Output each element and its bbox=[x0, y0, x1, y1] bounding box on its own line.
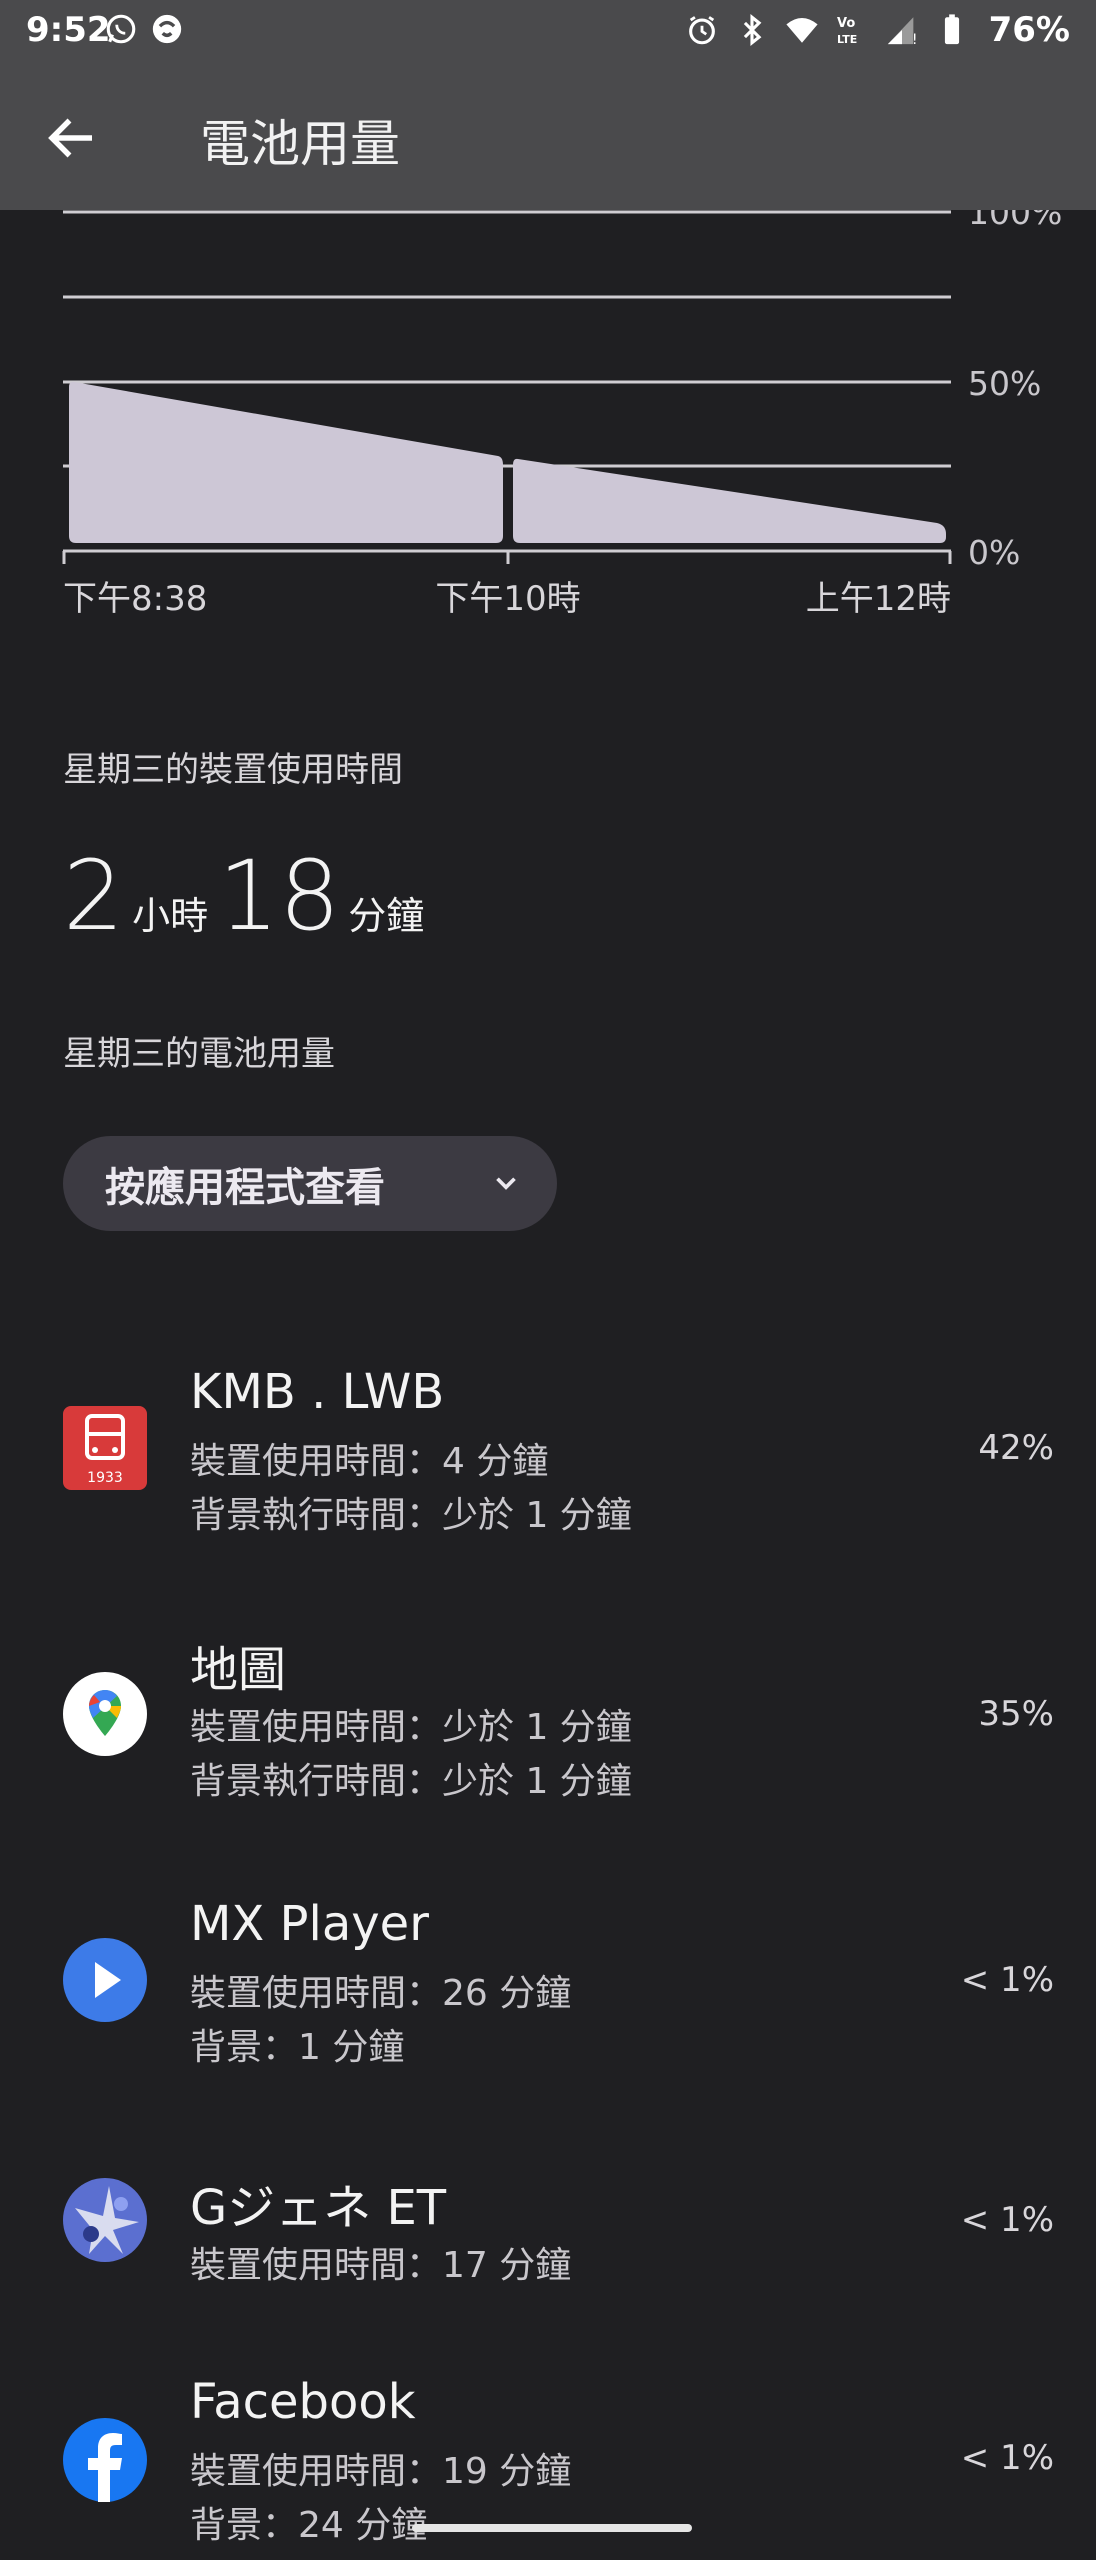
g-gene-icon bbox=[63, 2178, 147, 2262]
gesture-nav-handle[interactable] bbox=[412, 2524, 692, 2532]
app-screen-time: 裝置使用時間：17 分鐘 bbox=[190, 2245, 572, 2286]
app-background-time: 背景：24 分鐘 bbox=[190, 2505, 428, 2546]
wifi-icon bbox=[786, 17, 818, 43]
bluetooth-icon bbox=[743, 14, 762, 46]
minutes-unit: 分鐘 bbox=[348, 894, 425, 938]
cell-signal-icon: ! bbox=[887, 17, 918, 47]
app-background-time: 背景執行時間：少於 1 分鐘 bbox=[190, 1495, 632, 1536]
view-by-dropdown[interactable]: 按應用程式查看 bbox=[63, 1136, 557, 1231]
app-item-g-gene[interactable]: Gジェネ ET 裝置使用時間：17 分鐘 < 1% bbox=[0, 2160, 1096, 2310]
volte-lte-icon: Vo LTE bbox=[837, 16, 857, 46]
battery-icon bbox=[944, 14, 959, 45]
chevron-down-icon bbox=[496, 1177, 516, 1190]
battery-series-2 bbox=[513, 458, 946, 543]
screen-time-value: 2 小時 18 分鐘 bbox=[63, 840, 434, 952]
svg-text:1933: 1933 bbox=[87, 1470, 123, 1486]
app-notification-icon bbox=[152, 14, 182, 44]
app-screen-time: 裝置使用時間：19 分鐘 bbox=[190, 2451, 572, 2492]
app-percent: 35% bbox=[978, 1694, 1054, 1734]
status-bar: 9:52 Vo LTE ! 76% bbox=[0, 0, 1096, 64]
x-tick-label-start: 下午8:38 bbox=[63, 579, 207, 619]
app-screen-time: 裝置使用時間：少於 1 分鐘 bbox=[190, 1707, 632, 1748]
svg-text:Vo: Vo bbox=[837, 16, 855, 31]
app-screen-time: 裝置使用時間：4 分鐘 bbox=[190, 1441, 549, 1482]
app-name: Gジェネ ET bbox=[190, 2180, 447, 2236]
app-percent: < 1% bbox=[960, 1960, 1054, 2000]
screen-time-label: 星期三的裝置使用時間 bbox=[63, 750, 403, 790]
app-bar: 電池用量 bbox=[0, 64, 1096, 210]
app-percent: < 1% bbox=[960, 2438, 1054, 2478]
whatsapp-icon bbox=[106, 14, 136, 44]
app-screen-time: 裝置使用時間：26 分鐘 bbox=[190, 1973, 572, 2014]
app-name: 地圖 bbox=[190, 1642, 287, 1698]
app-name: Facebook bbox=[190, 2374, 416, 2430]
app-item-kmb[interactable]: 1933 KMB . LWB 裝置使用時間：4 分鐘 背景執行時間：少於 1 分… bbox=[0, 1360, 1096, 1560]
app-name: MX Player bbox=[190, 1896, 429, 1952]
battery-series-1 bbox=[69, 381, 503, 543]
kmb-bus-icon: 1933 bbox=[63, 1406, 147, 1490]
app-percent: 42% bbox=[978, 1428, 1054, 1468]
y-tick-100: 100% bbox=[968, 210, 1062, 232]
battery-level-chart[interactable]: 100% 50% 0% 下午8:38 下午10時 上午12時 bbox=[0, 210, 1096, 650]
dropdown-selected-label: 按應用程式查看 bbox=[105, 1164, 385, 1211]
status-time: 9:52 bbox=[26, 10, 111, 50]
app-background-time: 背景執行時間：少於 1 分鐘 bbox=[190, 1761, 632, 1802]
battery-usage-label: 星期三的電池用量 bbox=[63, 1034, 335, 1074]
svg-text:!: ! bbox=[912, 32, 918, 47]
facebook-icon bbox=[63, 2418, 147, 2502]
battery-percent: 76% bbox=[988, 10, 1070, 50]
mx-player-icon bbox=[63, 1938, 147, 2022]
screen-time-minutes: 18 bbox=[218, 840, 341, 952]
screen-time-hours: 2 bbox=[63, 840, 125, 952]
app-percent: < 1% bbox=[960, 2200, 1054, 2240]
back-arrow-icon[interactable] bbox=[42, 108, 102, 168]
x-tick-label-mid: 下午10時 bbox=[435, 579, 580, 619]
x-tick-label-end: 上午12時 bbox=[806, 579, 951, 619]
y-tick-0: 0% bbox=[968, 533, 1020, 572]
page-title: 電池用量 bbox=[200, 115, 400, 173]
maps-icon bbox=[63, 1672, 147, 1756]
alarm-icon bbox=[688, 16, 715, 45]
app-item-maps[interactable]: 地圖 裝置使用時間：少於 1 分鐘 背景執行時間：少於 1 分鐘 35% bbox=[0, 1626, 1096, 1826]
svg-text:LTE: LTE bbox=[837, 33, 857, 46]
app-name: KMB . LWB bbox=[190, 1364, 445, 1420]
app-item-mx-player[interactable]: MX Player 裝置使用時間：26 分鐘 背景：1 分鐘 < 1% bbox=[0, 1892, 1096, 2092]
hours-unit: 小時 bbox=[132, 894, 209, 938]
y-tick-50: 50% bbox=[968, 364, 1041, 403]
app-background-time: 背景：1 分鐘 bbox=[190, 2027, 405, 2068]
